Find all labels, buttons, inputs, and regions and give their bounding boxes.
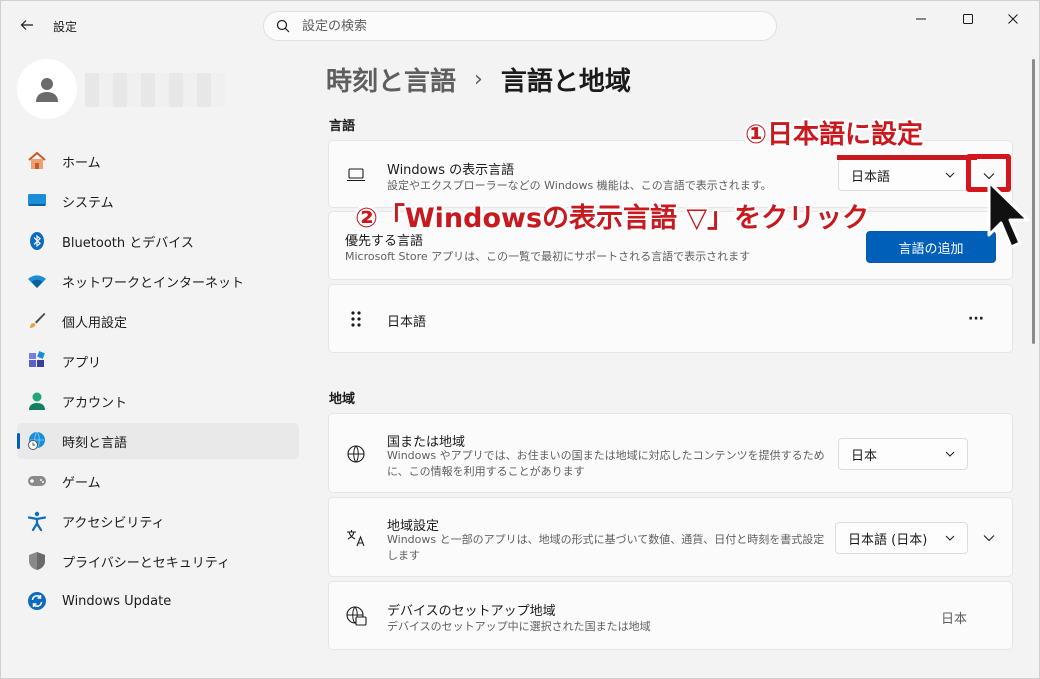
page-title: 言語と地域	[500, 66, 631, 97]
sidebar-item-label: 個人用設定	[62, 315, 128, 331]
regional-format-description: Windows と一部のアプリは、地域の形式に基づいて数値、通貨、日付と時刻を書…	[387, 533, 825, 562]
gamepad-icon	[27, 471, 47, 491]
back-button[interactable]	[15, 13, 39, 37]
search-icon	[276, 19, 290, 33]
sidebar-item-label: アクセシビリティ	[62, 515, 165, 531]
sidebar-item-network[interactable]: ネットワークとインターネット	[17, 263, 299, 299]
globe-icon	[345, 443, 367, 465]
annotation-underline	[837, 155, 977, 160]
country-region-value: 日本	[851, 448, 878, 464]
sidebar-item-label: ホーム	[62, 155, 101, 171]
regional-format-value: 日本語 (日本)	[848, 532, 928, 548]
laptop-icon	[345, 164, 367, 186]
annotation-step1: ①日本語に設定	[745, 120, 924, 150]
sidebar-item-privacy[interactable]: プライバシーとセキュリティ	[17, 543, 299, 579]
chevron-down-icon	[983, 535, 995, 542]
update-icon	[27, 591, 47, 611]
search-box[interactable]	[263, 11, 777, 41]
sidebar-item-accessibility[interactable]: アクセシビリティ	[17, 503, 299, 539]
maximize-icon	[963, 14, 973, 24]
breadcrumb: 時刻と言語 › 言語と地域	[326, 59, 631, 99]
add-language-button[interactable]: 言語の追加	[866, 231, 996, 263]
sidebar-item-personalization[interactable]: 個人用設定	[17, 303, 299, 339]
monitor-icon	[27, 191, 47, 211]
display-language-description: 設定やエクスプローラーなどの Windows 機能は、この言語で表示されます。	[387, 179, 772, 192]
sidebar-item-gaming[interactable]: ゲーム	[17, 463, 299, 499]
close-icon	[1008, 14, 1018, 24]
close-button[interactable]	[991, 5, 1035, 33]
sidebar-item-label: アプリ	[62, 355, 102, 371]
country-region-card[interactable]: 国または地域 Windows やアプリでは、お住まいの国または地域に対応したコン…	[328, 413, 1013, 493]
shield-icon	[27, 551, 47, 571]
sidebar-item-label: ゲーム	[62, 475, 101, 491]
sidebar-item-label: Bluetooth とデバイス	[62, 235, 194, 251]
preferred-languages-description: Microsoft Store アプリは、この一覧で最初にサポートされる言語で表…	[345, 250, 751, 263]
sidebar-item-accounts[interactable]: アカウント	[17, 383, 299, 419]
sidebar-item-time-language[interactable]: 時刻と言語	[17, 423, 299, 459]
bluetooth-icon	[27, 231, 47, 251]
section-title-language: 言語	[329, 119, 356, 134]
avatar	[17, 59, 77, 119]
setup-region-card: デバイスのセットアップ地域 デバイスのセットアップ中に選択された国または地域 日…	[328, 581, 1013, 650]
apps-icon	[27, 351, 47, 371]
arrow-left-icon	[20, 20, 33, 30]
sidebar-item-label: プライバシーとセキュリティ	[62, 555, 230, 571]
language-format-icon	[345, 527, 367, 549]
maximize-button[interactable]	[946, 5, 990, 33]
minimize-icon	[916, 18, 926, 20]
sidebar-item-home[interactable]: ホーム	[17, 143, 299, 179]
home-icon	[27, 151, 47, 171]
globe-device-icon	[345, 605, 367, 627]
sidebar-item-bluetooth[interactable]: Bluetooth とデバイス	[17, 223, 299, 259]
sidebar-item-label: システム	[62, 195, 114, 211]
sidebar-item-windows-update[interactable]: Windows Update	[17, 583, 299, 619]
sidebar-item-apps[interactable]: アプリ	[17, 343, 299, 379]
chevron-down-icon	[945, 172, 955, 178]
regional-format-expand-button[interactable]	[974, 523, 1004, 553]
account-icon	[27, 391, 47, 411]
sidebar-nav: ホーム システム Bluetooth とデバイス ネットワークとインターネット …	[17, 143, 299, 623]
mouse-cursor-icon	[987, 180, 1030, 249]
country-region-description: Windows やアプリでは、お住まいの国または地域に対応したコンテンツを提供す…	[387, 449, 825, 478]
search-input[interactable]	[302, 18, 742, 34]
title-bar: 設定	[1, 1, 1039, 49]
language-name: 日本語	[387, 315, 427, 330]
globe-clock-icon	[27, 431, 47, 451]
chevron-down-icon	[945, 535, 955, 541]
country-region-select[interactable]: 日本	[838, 438, 968, 470]
wifi-icon	[27, 271, 47, 291]
setup-region-value: 日本	[941, 612, 968, 627]
profile-name-redacted	[85, 73, 225, 107]
display-language-value: 日本語	[851, 169, 891, 185]
display-language-select[interactable]: 日本語	[838, 159, 968, 191]
section-title-region: 地域	[329, 392, 356, 407]
app-title: 設定	[53, 20, 78, 34]
setup-region-title: デバイスのセットアップ地域	[387, 604, 556, 619]
drag-handle-icon[interactable]	[345, 308, 367, 330]
sidebar-item-system[interactable]: システム	[17, 183, 299, 219]
sidebar-item-label: Windows Update	[62, 593, 172, 609]
sidebar-item-label: アカウント	[62, 395, 128, 411]
sidebar-item-label: 時刻と言語	[62, 435, 128, 451]
user-profile[interactable]	[17, 59, 297, 119]
breadcrumb-parent[interactable]: 時刻と言語	[326, 61, 456, 98]
regional-format-select[interactable]: 日本語 (日本)	[835, 522, 968, 554]
sidebar-item-label: ネットワークとインターネット	[62, 275, 245, 291]
minimize-button[interactable]	[899, 5, 943, 33]
annotation-step2: ②「Windowsの表示言語 ▽」をクリック	[355, 203, 870, 234]
brush-icon	[27, 311, 47, 331]
more-options-button[interactable]: ···	[959, 307, 993, 331]
regional-format-card[interactable]: 地域設定 Windows と一部のアプリは、地域の形式に基づいて数値、通貨、日付…	[328, 497, 1013, 577]
breadcrumb-separator: ›	[474, 66, 483, 92]
display-language-title: Windows の表示言語	[387, 163, 515, 178]
language-list-item[interactable]: 日本語 ···	[328, 284, 1013, 353]
setup-region-description: デバイスのセットアップ中に選択された国または地域	[387, 620, 651, 633]
accessibility-icon	[27, 511, 47, 531]
settings-window: 設定 設定の検索 ホーム システム Bluetooth とデバイス ネットワーク…	[0, 0, 1040, 679]
chevron-down-icon	[945, 451, 955, 457]
user-icon	[36, 78, 58, 102]
